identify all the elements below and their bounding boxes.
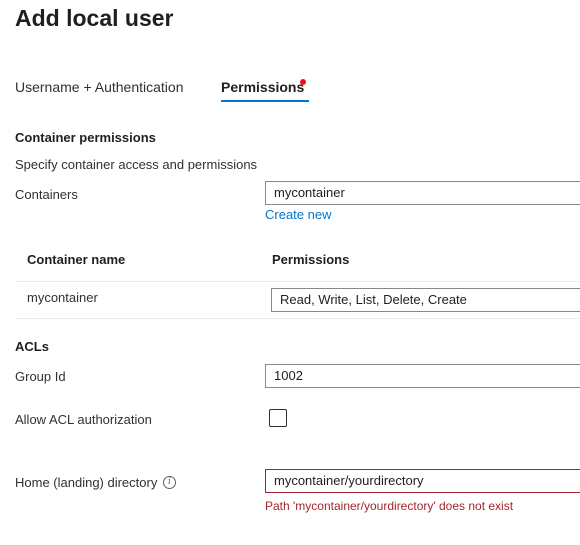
containers-label: Containers (15, 187, 78, 202)
home-directory-label: Home (landing) directory (15, 475, 158, 490)
container-permissions-heading: Container permissions (15, 130, 156, 145)
allow-acl-authorization-label: Allow ACL authorization (15, 412, 152, 427)
page-title: Add local user (15, 5, 174, 31)
permissions-select[interactable]: Read, Write, List, Delete, Create (271, 288, 580, 312)
tab-username-authentication[interactable]: Username + Authentication (15, 78, 184, 96)
acls-heading: ACLs (15, 339, 49, 354)
containers-select[interactable]: mycontainer (265, 181, 580, 205)
home-directory-input[interactable]: mycontainer/yourdirectory (265, 469, 580, 493)
table-divider (15, 281, 580, 282)
info-icon[interactable]: i (163, 476, 176, 489)
create-new-link[interactable]: Create new (265, 207, 331, 222)
container-permissions-description: Specify container access and permissions (15, 157, 258, 172)
table-row-divider (15, 318, 580, 319)
column-header-permissions: Permissions (272, 252, 350, 267)
table-row-container-name: mycontainer (27, 290, 98, 305)
error-dot-icon (300, 79, 306, 85)
active-tab-indicator (221, 100, 309, 102)
column-header-container-name: Container name (27, 252, 126, 267)
tab-permissions[interactable]: Permissions (221, 78, 304, 96)
group-id-input[interactable]: 1002 (265, 364, 580, 388)
group-id-label: Group Id (15, 369, 66, 384)
home-directory-error: Path 'mycontainer/yourdirectory' does no… (265, 499, 514, 513)
allow-acl-authorization-checkbox[interactable] (269, 409, 287, 427)
